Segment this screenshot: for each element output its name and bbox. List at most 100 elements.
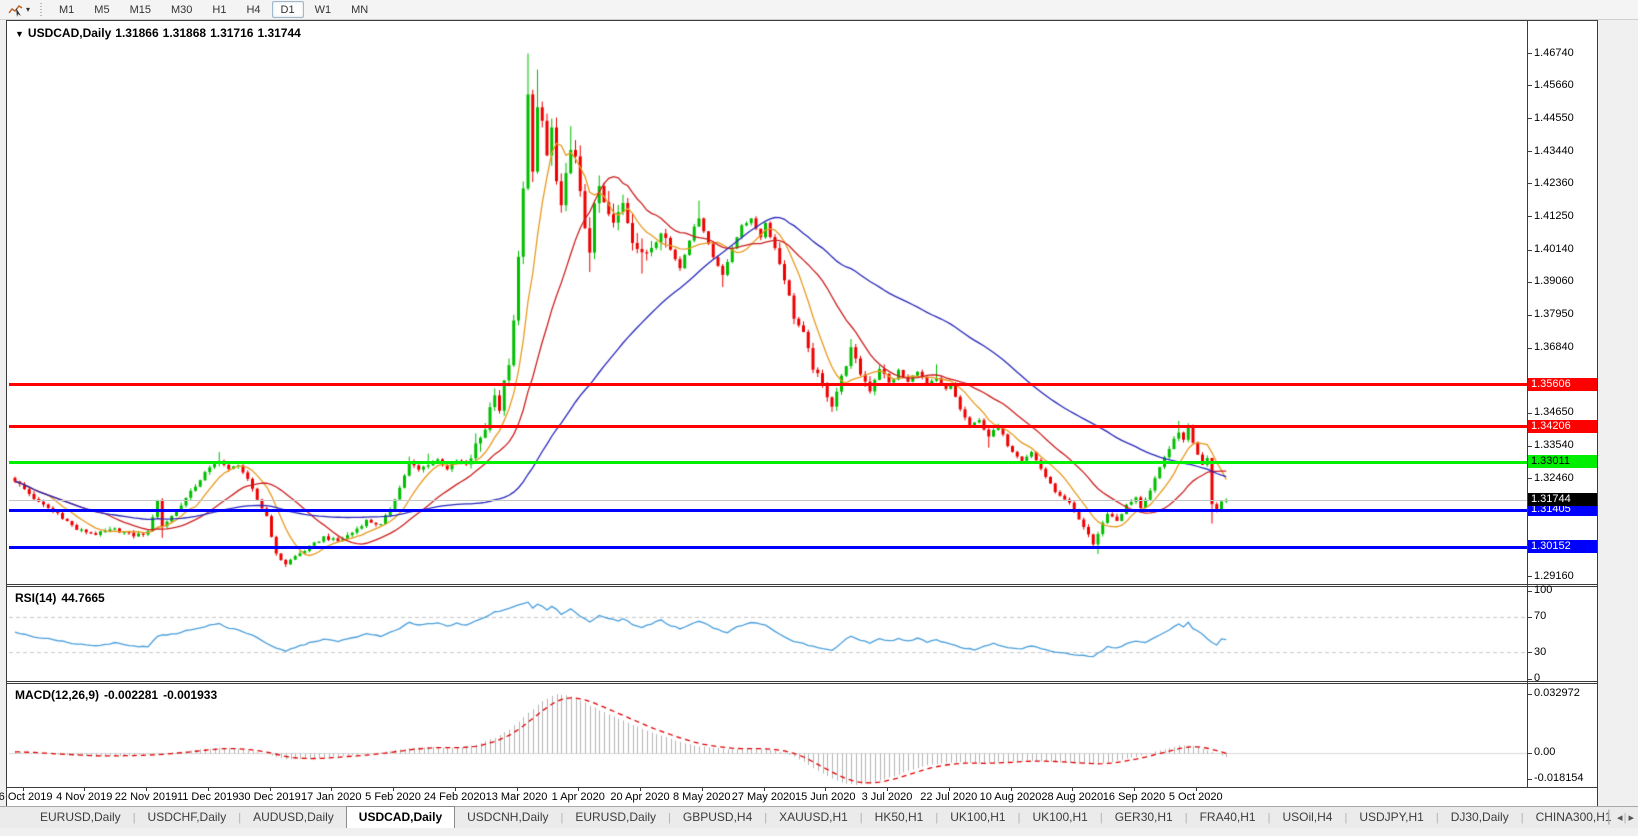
timeframe-button-M5[interactable]: M5 <box>85 1 118 18</box>
date-axis-label: 4 Nov 2019 <box>56 791 112 803</box>
pane-separator[interactable] <box>7 681 1597 684</box>
rsi-value: 44.7665 <box>61 591 104 605</box>
date-axis-label: 5 Oct 2020 <box>1169 791 1223 803</box>
chart-tab-UK100-H1[interactable]: UK100,H1 <box>938 807 1017 828</box>
macd-scale-label: 0.032972 <box>1534 687 1580 699</box>
macd-pane-canvas[interactable] <box>9 685 1527 787</box>
horizontal-level-line[interactable] <box>9 383 1527 386</box>
y-axis-tickmark <box>1527 413 1532 414</box>
y-axis-tick-label: 1.32460 <box>1534 472 1574 484</box>
rsi-scale-label: 0 <box>1534 672 1540 684</box>
date-axis-label: 20 Apr 2020 <box>610 791 669 803</box>
price-level-tag: 1.33011 <box>1528 455 1597 468</box>
chart-tab-GER30-H1[interactable]: GER30,H1 <box>1103 807 1185 828</box>
toolbar-grip <box>38 3 43 17</box>
tab-scroll-controls: | ◂ ▸ <box>1607 806 1634 828</box>
pane-separator[interactable] <box>7 584 1597 587</box>
y-axis-tickmark <box>1527 576 1532 577</box>
chart-tab-bar: EURUSD,Daily|USDCHF,Daily|AUDUSD,DailyUS… <box>0 806 1638 828</box>
price-level-tag: 1.30152 <box>1528 540 1597 553</box>
date-axis-label: 30 Dec 2019 <box>238 791 300 803</box>
y-axis-tickmark <box>1527 250 1532 251</box>
macd-label: MACD(12,26,9) -0.002281 -0.001933 <box>15 688 222 702</box>
date-axis-label: 22 Nov 2019 <box>115 791 177 803</box>
crosshair-tool-button[interactable]: ▾ <box>4 1 34 19</box>
chart-tab-GBPUSD-H4[interactable]: GBPUSD,H4 <box>671 807 764 828</box>
macd-scale-tickmark <box>1527 694 1532 695</box>
date-axis-label: 24 Feb 2020 <box>424 791 486 803</box>
chart-tab-USDCNH-Daily[interactable]: USDCNH,Daily <box>455 807 560 828</box>
rsi-scale-label: 70 <box>1534 610 1546 622</box>
y-axis-tickmark <box>1527 446 1532 447</box>
y-axis-tickmark <box>1527 53 1532 54</box>
price-level-tag: 1.35606 <box>1528 378 1597 391</box>
y-axis-tick-label: 1.45660 <box>1534 79 1574 91</box>
macd-value: -0.002281 <box>104 688 158 702</box>
rsi-scale-tickmark <box>1527 617 1532 618</box>
chart-tab-AUDUSD-Daily[interactable]: AUDUSD,Daily <box>241 807 346 828</box>
dropdown-caret-icon[interactable]: ▾ <box>26 5 30 14</box>
date-axis-label: 3 Jul 2020 <box>862 791 913 803</box>
horizontal-level-line[interactable] <box>9 546 1527 549</box>
price-level-tag: 1.34206 <box>1528 420 1597 433</box>
y-axis-tick-label: 1.39060 <box>1534 275 1574 287</box>
timeframe-button-H1[interactable]: H1 <box>203 1 235 18</box>
y-axis-tickmark <box>1527 183 1532 184</box>
ohlc-high: 1.31868 <box>163 26 206 40</box>
date-axis-label: 13 Mar 2020 <box>486 791 548 803</box>
rsi-scale-label: 30 <box>1534 646 1546 658</box>
chart-tab-USOil-H4[interactable]: USOil,H4 <box>1270 807 1344 828</box>
macd-name: MACD(12,26,9) <box>15 688 99 702</box>
collapse-triangle-icon[interactable]: ▼ <box>15 29 24 39</box>
rsi-pane-canvas[interactable] <box>9 588 1527 681</box>
y-axis-tick-label: 1.33540 <box>1534 439 1574 451</box>
chart-tab-EURUSD-Daily[interactable]: EURUSD,Daily <box>563 807 668 828</box>
date-axis-label: 11 Dec 2019 <box>177 791 239 803</box>
macd-scale-label: -0.018154 <box>1534 772 1584 784</box>
date-axis-label: 5 Feb 2020 <box>365 791 421 803</box>
chart-tab-USDCHF-Daily[interactable]: USDCHF,Daily <box>136 807 239 828</box>
timeframe-button-W1[interactable]: W1 <box>306 1 341 18</box>
rsi-name: RSI(14) <box>15 591 56 605</box>
ohlc-close: 1.31744 <box>257 26 300 40</box>
date-axis-label: 17 Jan 2020 <box>301 791 362 803</box>
timeframe-button-M30[interactable]: M30 <box>162 1 201 18</box>
y-axis-tick-label: 1.42360 <box>1534 177 1574 189</box>
date-axis-label: 27 May 2020 <box>732 791 796 803</box>
ohlc-low: 1.31716 <box>210 26 253 40</box>
chart-tab-FRA40-H1[interactable]: FRA40,H1 <box>1188 807 1268 828</box>
chart-window: 1.356061.342061.330111.314051.301521.317… <box>6 20 1598 806</box>
horizontal-level-line[interactable] <box>9 509 1527 512</box>
date-axis-label: 28 Aug 2020 <box>1041 791 1103 803</box>
tab-scroll-right-icon[interactable]: ▸ <box>1628 811 1634 824</box>
y-axis-tickmark <box>1527 478 1532 479</box>
chart-tab-XAUUSD-H1[interactable]: XAUUSD,H1 <box>767 807 860 828</box>
y-axis-tickmark <box>1527 348 1532 349</box>
timeframe-button-M15[interactable]: M15 <box>121 1 160 18</box>
rsi-label: RSI(14) 44.7665 <box>15 591 110 605</box>
y-axis-tickmark <box>1527 282 1532 283</box>
rsi-scale-tickmark <box>1527 652 1532 653</box>
timeframe-button-M1[interactable]: M1 <box>50 1 83 18</box>
timeframe-button-MN[interactable]: MN <box>342 1 377 18</box>
horizontal-level-line[interactable] <box>9 461 1527 464</box>
top-toolbar: ▾ M1M5M15M30H1H4D1W1MN <box>0 0 1638 20</box>
chart-tab-USDJPY-H1[interactable]: USDJPY,H1 <box>1347 807 1435 828</box>
chart-tab-UK100-H1[interactable]: UK100,H1 <box>1020 807 1099 828</box>
date-axis-label: 15 Jun 2020 <box>795 791 856 803</box>
horizontal-level-line[interactable] <box>9 425 1527 428</box>
date-axis-label: 1 Apr 2020 <box>552 791 605 803</box>
chart-title: ▼USDCAD,Daily1.318661.318681.317161.3174… <box>15 26 305 40</box>
timeframe-button-H4[interactable]: H4 <box>237 1 269 18</box>
chart-tab-EURUSD-Daily[interactable]: EURUSD,Daily <box>28 807 133 828</box>
chart-tab-USDCAD-Daily[interactable]: USDCAD,Daily <box>346 806 455 828</box>
current-price-line <box>9 500 1527 501</box>
date-axis-label: 16 Oct 2019 <box>0 791 52 803</box>
macd-signal-value: -0.001933 <box>163 688 217 702</box>
tab-scroll-left-icon[interactable]: ◂ <box>1617 811 1623 824</box>
chart-tab-DJ30-Daily[interactable]: DJ30,Daily <box>1439 807 1521 828</box>
y-axis-tick-label: 1.43440 <box>1534 145 1574 157</box>
timeframe-button-group: M1M5M15M30H1H4D1W1MN <box>49 1 378 18</box>
chart-tab-HK50-H1[interactable]: HK50,H1 <box>863 807 936 828</box>
timeframe-button-D1[interactable]: D1 <box>272 1 304 18</box>
